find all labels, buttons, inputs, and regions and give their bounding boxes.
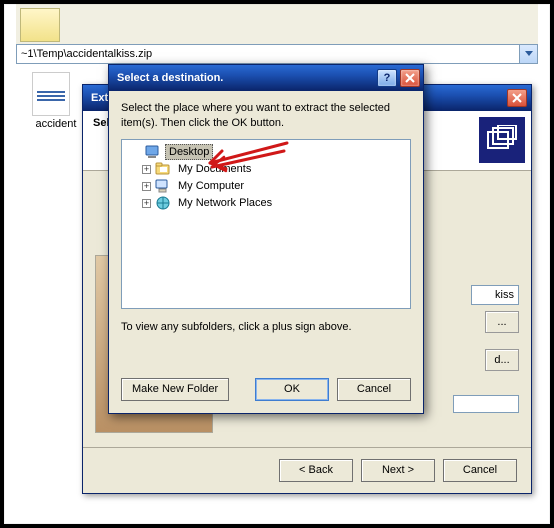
- folder-tree[interactable]: Desktop + My Documents + My Computer +: [121, 139, 411, 309]
- wizard-path-field[interactable]: kiss: [471, 285, 519, 305]
- wizard-empty-field[interactable]: [453, 395, 519, 413]
- address-dropdown-button[interactable]: [519, 45, 537, 63]
- close-icon: [512, 93, 522, 103]
- tree-node-mynetwork[interactable]: + My Network Places: [124, 195, 408, 212]
- documents-icon: [155, 161, 171, 177]
- wizard-cancel-button[interactable]: Cancel: [443, 459, 517, 482]
- folder-stack-icon: [479, 117, 525, 163]
- destination-instruction: Select the place where you want to extra…: [121, 101, 411, 131]
- tree-label-mycomputer: My Computer: [175, 179, 247, 193]
- close-icon: [405, 73, 415, 83]
- wizard-browse-button[interactable]: ...: [485, 311, 519, 333]
- zip-file-icon[interactable]: [32, 72, 70, 116]
- tree-node-mycomputer[interactable]: + My Computer: [124, 178, 408, 195]
- address-text: ~1\Temp\accidentalkiss.zip: [17, 48, 519, 60]
- chevron-down-icon: [525, 51, 533, 57]
- network-icon: [155, 195, 171, 211]
- destination-button-row: Make New Folder OK Cancel: [121, 378, 411, 401]
- destination-hint: To view any subfolders, click a plus sig…: [121, 321, 411, 333]
- wizard-password-button[interactable]: d...: [485, 349, 519, 371]
- address-bar[interactable]: ~1\Temp\accidentalkiss.zip: [16, 44, 538, 64]
- destination-close-button[interactable]: [400, 69, 420, 87]
- expand-icon[interactable]: +: [142, 165, 151, 174]
- destination-title: Select a destination.: [109, 72, 377, 84]
- zip-file-label: accident: [26, 118, 86, 130]
- wizard-button-row: < Back Next > Cancel: [83, 447, 531, 493]
- destination-dialog: Select a destination. ? Select the place…: [108, 64, 424, 414]
- destination-help-button[interactable]: ?: [377, 69, 397, 87]
- make-new-folder-button[interactable]: Make New Folder: [121, 378, 229, 401]
- expand-icon[interactable]: +: [142, 199, 151, 208]
- cancel-button[interactable]: Cancel: [337, 378, 411, 401]
- wizard-next-button[interactable]: Next >: [361, 459, 435, 482]
- ok-button[interactable]: OK: [255, 378, 329, 401]
- tree-label-mydocs: My Documents: [175, 162, 254, 176]
- tree-node-desktop[interactable]: Desktop: [124, 144, 408, 161]
- tree-label-desktop: Desktop: [165, 144, 213, 160]
- desktop-icon: [145, 144, 161, 160]
- extract-wizard-close-button[interactable]: [507, 89, 527, 107]
- expand-icon[interactable]: +: [142, 182, 151, 191]
- tree-node-mydocs[interactable]: + My Documents: [124, 161, 408, 178]
- wizard-back-button[interactable]: < Back: [279, 459, 353, 482]
- computer-icon: [155, 178, 171, 194]
- folder-thumb-icon: [20, 8, 60, 42]
- tree-label-mynetwork: My Network Places: [175, 196, 275, 210]
- file-icon-area: accident: [26, 72, 86, 132]
- destination-titlebar[interactable]: Select a destination. ?: [109, 65, 423, 91]
